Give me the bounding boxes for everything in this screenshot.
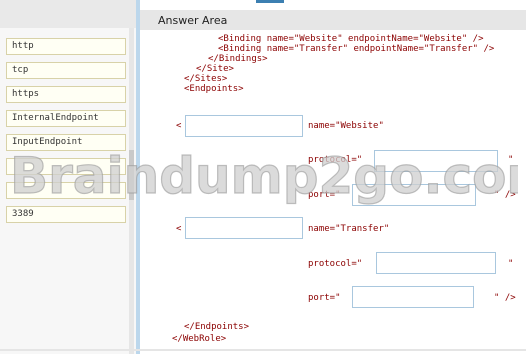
code-transfer-protocol-close: " bbox=[508, 259, 514, 269]
code-website-open-bracket: < bbox=[176, 121, 182, 131]
drag-item-3389[interactable]: 3389 bbox=[6, 206, 126, 223]
code-line-site-close: </Site> bbox=[196, 64, 234, 74]
drag-item-inputendpoint[interactable]: InputEndpoint bbox=[6, 134, 126, 151]
transfer-port-drop-target[interactable] bbox=[352, 286, 474, 308]
code-website-protocol-label: protocol=" bbox=[308, 155, 363, 165]
drag-item-obscured-2[interactable] bbox=[6, 182, 126, 199]
website-protocol-drop-target[interactable] bbox=[374, 150, 498, 172]
transfer-endpoint-type-drop-target[interactable] bbox=[185, 217, 303, 239]
code-website-protocol-close: " bbox=[508, 155, 514, 165]
left-scrollbar-thumb[interactable] bbox=[129, 150, 134, 200]
drag-item-tcp[interactable]: tcp bbox=[6, 62, 126, 79]
code-line-sites-close: </Sites> bbox=[184, 74, 228, 84]
code-webrole-close: </WebRole> bbox=[172, 334, 227, 344]
code-line-binding-transfer: <Binding name="Transfer" endpointName="T… bbox=[218, 44, 495, 54]
code-line-endpoints-open: <Endpoints> bbox=[184, 84, 244, 94]
transfer-protocol-drop-target[interactable] bbox=[376, 252, 496, 274]
code-website-port-label: port=" bbox=[308, 190, 341, 200]
top-tab-indicator bbox=[256, 0, 284, 3]
drag-item-internalendpoint[interactable]: InternalEndpoint bbox=[6, 110, 126, 127]
code-line-bindings-close: </Bindings> bbox=[208, 54, 268, 64]
drag-item-http[interactable]: http bbox=[6, 38, 126, 55]
website-port-drop-target[interactable] bbox=[352, 184, 476, 206]
code-website-name: name="Website" bbox=[308, 121, 384, 131]
bottom-border bbox=[0, 349, 526, 351]
website-endpoint-type-drop-target[interactable] bbox=[185, 115, 303, 137]
code-line-binding-website: <Binding name="Website" endpointName="We… bbox=[218, 34, 484, 44]
drag-item-https[interactable]: https bbox=[6, 86, 126, 103]
drag-item-obscured-1[interactable] bbox=[6, 158, 126, 175]
code-transfer-name: name="Transfer" bbox=[308, 224, 390, 234]
code-website-port-close: " /> bbox=[494, 190, 516, 200]
left-panel-header bbox=[0, 0, 136, 28]
answer-area-title: Answer Area bbox=[158, 14, 228, 27]
code-transfer-port-label: port=" bbox=[308, 293, 341, 303]
code-transfer-port-close: " /> bbox=[494, 293, 516, 303]
code-endpoints-close: </Endpoints> bbox=[184, 322, 250, 332]
code-transfer-protocol-label: protocol=" bbox=[308, 259, 363, 269]
code-transfer-open-bracket: < bbox=[176, 224, 182, 234]
